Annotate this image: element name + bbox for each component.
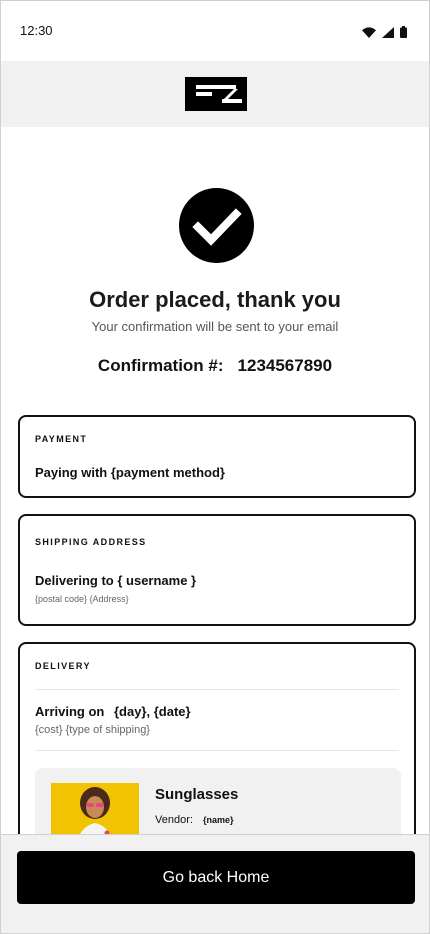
payment-heading: PAYMENT [35,434,88,444]
confirmation-number: 1234567890 [237,356,333,375]
battery-icon [400,25,407,43]
shipping-address-card: SHIPPING ADDRESS Delivering to { usernam… [18,514,416,626]
arrival-row: Arriving on {day}, {date} [35,704,191,719]
shipping-recipient: Delivering to { username } [35,573,197,588]
status-bar: 12:30 [1,1,429,61]
shipping-address-detail: {postal code} {Address} [35,594,129,604]
divider [35,689,399,690]
confirmation-subtitle: Your confirmation will be sent to your e… [91,319,339,334]
confirmation-number-row: Confirmation #: 1234567890 [1,356,429,376]
shipping-heading: SHIPPING ADDRESS [35,537,147,547]
delivery-cost-type: {cost} {type of shipping} [35,724,150,736]
payment-card: PAYMENT Paying with {payment method} [18,415,416,498]
delivery-heading: DELIVERY [35,661,91,671]
app-header [1,61,429,127]
vendor-name: {name} [203,815,234,825]
cellular-signal-icon [382,25,394,43]
footer-bar: Go back Home [1,834,429,933]
delivery-card: DELIVERY Arriving on {day}, {date} {cost… [18,642,416,888]
ez-logo[interactable] [185,77,247,111]
divider [35,750,399,751]
status-icons [362,25,407,43]
status-time: 12:30 [20,23,53,38]
wifi-icon [362,25,376,43]
confirmation-label: Confirmation #: [97,356,224,375]
go-back-home-button[interactable]: Go back Home [17,851,415,904]
arrival-label: Arriving on [35,704,105,719]
app-screen: 12:30 Order placed, thank you Your confi… [0,0,430,934]
checkmark-icon [179,188,254,263]
product-name: Sunglasses [155,786,239,803]
vendor-label: Vendor: [155,814,193,826]
page-title: Order placed, thank you [89,287,341,312]
payment-method-text: Paying with {payment method} [35,465,225,480]
arrival-date: {day}, {date} [113,704,191,719]
